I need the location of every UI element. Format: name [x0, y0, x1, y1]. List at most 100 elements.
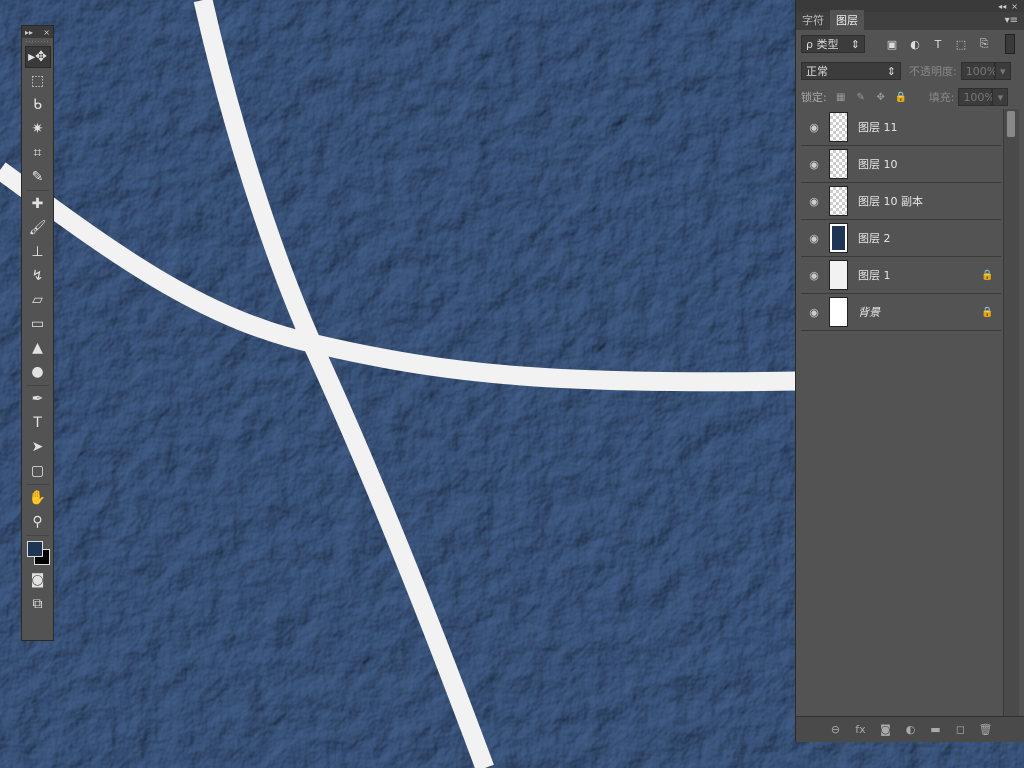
divider: [26, 190, 49, 191]
hand-tool[interactable]: ✋: [25, 487, 51, 509]
shape-filter-icon[interactable]: ⬚: [954, 37, 968, 51]
lock-pixels-icon[interactable]: ✎: [854, 90, 868, 104]
filter-kind-value: ρ 类型: [806, 38, 839, 51]
visibility-eye-icon[interactable]: ◉: [801, 158, 827, 171]
lock-label: 锁定:: [801, 91, 827, 104]
foreground-color-swatch[interactable]: [26, 541, 43, 557]
adjustment-filter-icon[interactable]: ◐: [908, 37, 922, 51]
screen-mode-icon[interactable]: ⧉: [25, 593, 51, 615]
dropdown-arrow-icon: ⇕: [850, 37, 860, 51]
layer-name[interactable]: 图层 1: [858, 267, 981, 283]
lock-transparent-icon[interactable]: ▦: [834, 90, 848, 104]
layer-thumbnail[interactable]: [829, 149, 848, 179]
visibility-eye-icon[interactable]: ◉: [801, 121, 827, 134]
layer-thumbnail[interactable]: [829, 112, 848, 142]
fill-label: 填充:: [928, 91, 955, 104]
visibility-eye-icon[interactable]: ◉: [801, 232, 827, 245]
delete-layer-icon[interactable]: 🗑: [979, 723, 993, 737]
fx-icon[interactable]: fx: [854, 723, 868, 737]
layers-list: ◉ 图层 11 ◉ 图层 10 ◉ 图层 10 副本 ◉ 图层 2 ◉ 图层 1 🔒 ◉ 背景 🔒: [801, 109, 1001, 717]
dropdown-arrow-icon: ⇕: [886, 64, 896, 78]
brush-tool[interactable]: 🖌: [25, 217, 51, 239]
divider: [26, 385, 49, 386]
crop-tool[interactable]: ⌗: [25, 142, 51, 164]
zoom-tool[interactable]: ⚲: [25, 511, 51, 533]
close-icon[interactable]: ×: [1011, 2, 1018, 11]
type-tool[interactable]: T: [25, 412, 51, 434]
stamp-tool[interactable]: ⊥: [25, 241, 51, 263]
lock-icon: 🔒: [981, 269, 994, 281]
filter-toggle-switch[interactable]: [1005, 34, 1015, 54]
fill-input[interactable]: 100%: [958, 88, 995, 106]
layer-thumbnail[interactable]: [829, 297, 848, 327]
layer-row[interactable]: ◉ 图层 11: [801, 109, 1001, 146]
layer-name[interactable]: 图层 11: [858, 119, 981, 135]
smart-object-filter-icon[interactable]: ⎘: [977, 37, 991, 51]
pen-tool[interactable]: ✒: [25, 388, 51, 410]
visibility-eye-icon[interactable]: ◉: [801, 306, 827, 319]
tab-character[interactable]: 字符: [796, 10, 830, 30]
fill-dropdown-icon[interactable]: ▾: [992, 88, 1009, 106]
collapse-icon[interactable]: ◂◂: [998, 2, 1006, 11]
fill-value: 100%: [963, 90, 995, 104]
new-group-icon[interactable]: ▬: [929, 723, 943, 737]
blur-tool[interactable]: ▲: [25, 337, 51, 359]
marquee-tool[interactable]: ⬚: [25, 70, 51, 92]
dodge-tool[interactable]: ●: [25, 361, 51, 383]
tools-panel-header[interactable]: ▸▸ ×: [22, 26, 53, 38]
opacity-dropdown-icon[interactable]: ▾: [994, 62, 1011, 80]
layer-name[interactable]: 图层 10: [858, 156, 981, 172]
visibility-eye-icon[interactable]: ◉: [801, 269, 827, 282]
link-layers-icon[interactable]: ⊖: [829, 723, 843, 737]
opacity-input[interactable]: 100%: [960, 62, 997, 80]
tools-panel: ▸▸ × ▸✥ ⬚ ᑲ ✷ ⌗ ✎ ✚ 🖌 ⊥ ↯ ▱ ▭ ▲ ● ✒ T ➤ ▢ ✋ ⚲ ◙ ⧉: [21, 25, 54, 641]
layers-bottom-bar: ⊖ fx ◙ ◐ ▬ ◻ 🗑: [796, 716, 1024, 742]
history-brush-tool[interactable]: ↯: [25, 265, 51, 287]
divider: [26, 535, 49, 536]
blend-mode-select[interactable]: 正常 ⇕: [801, 62, 901, 80]
layer-thumbnail[interactable]: [829, 223, 848, 253]
layer-thumbnail[interactable]: [829, 186, 848, 216]
image-filter-icon[interactable]: ▣: [885, 37, 899, 51]
lasso-tool[interactable]: ᑲ: [25, 94, 51, 116]
visibility-eye-icon[interactable]: ◉: [801, 195, 827, 208]
healing-brush-tool[interactable]: ✚: [25, 193, 51, 215]
panel-grip[interactable]: [26, 38, 49, 45]
lock-position-icon[interactable]: ✥: [874, 90, 888, 104]
tab-layers[interactable]: 图层: [830, 10, 864, 30]
magic-wand-tool[interactable]: ✷: [25, 118, 51, 140]
scrollbar-thumb[interactable]: [1007, 111, 1015, 137]
layer-row[interactable]: ◉ 图层 2: [801, 220, 1001, 257]
tool-list: ▸✥ ⬚ ᑲ ✷ ⌗ ✎ ✚ 🖌 ⊥ ↯ ▱ ▭ ▲ ● ✒ T ➤ ▢ ✋ ⚲: [22, 46, 53, 533]
opacity-label: 不透明度:: [909, 65, 957, 78]
add-mask-icon[interactable]: ◙: [879, 723, 893, 737]
move-tool[interactable]: ▸✥: [24, 46, 51, 68]
color-swatches[interactable]: [24, 538, 52, 568]
layer-row[interactable]: ◉ 图层 10 副本: [801, 183, 1001, 220]
new-layer-icon[interactable]: ◻: [954, 723, 968, 737]
blend-row: 正常 ⇕ 不透明度: 100% ▾: [796, 58, 1024, 84]
layer-name[interactable]: 背景: [858, 304, 981, 320]
eyedropper-tool[interactable]: ✎: [25, 166, 51, 188]
filter-row: ρ 类型 ⇕ ▣ ◐ T ⬚ ⎘: [796, 30, 1024, 58]
adjustment-layer-icon[interactable]: ◐: [904, 723, 918, 737]
layer-name[interactable]: 图层 2: [858, 230, 981, 246]
type-filter-icon[interactable]: T: [931, 37, 945, 51]
layers-scrollbar[interactable]: [1003, 109, 1019, 717]
lock-row: 锁定: ▦ ✎ ✥ 🔒 填充: 100% ▾: [796, 84, 1024, 110]
filter-kind-select[interactable]: ρ 类型 ⇕: [801, 35, 865, 53]
path-selection-tool[interactable]: ➤: [25, 436, 51, 458]
gradient-tool[interactable]: ▭: [25, 313, 51, 335]
collapse-icon[interactable]: ▸▸: [25, 28, 33, 37]
layer-thumbnail[interactable]: [829, 260, 848, 290]
layer-row[interactable]: ◉ 背景 🔒: [801, 294, 1001, 331]
quick-mask-icon[interactable]: ◙: [25, 569, 51, 591]
eraser-tool[interactable]: ▱: [25, 289, 51, 311]
panel-menu-icon[interactable]: ▾≡: [1005, 15, 1018, 26]
layer-row[interactable]: ◉ 图层 10: [801, 146, 1001, 183]
layer-name[interactable]: 图层 10 副本: [858, 193, 981, 209]
layer-row[interactable]: ◉ 图层 1 🔒: [801, 257, 1001, 294]
shape-tool[interactable]: ▢: [25, 460, 51, 482]
lock-all-icon[interactable]: 🔒: [894, 90, 908, 104]
close-icon[interactable]: ×: [43, 28, 50, 37]
